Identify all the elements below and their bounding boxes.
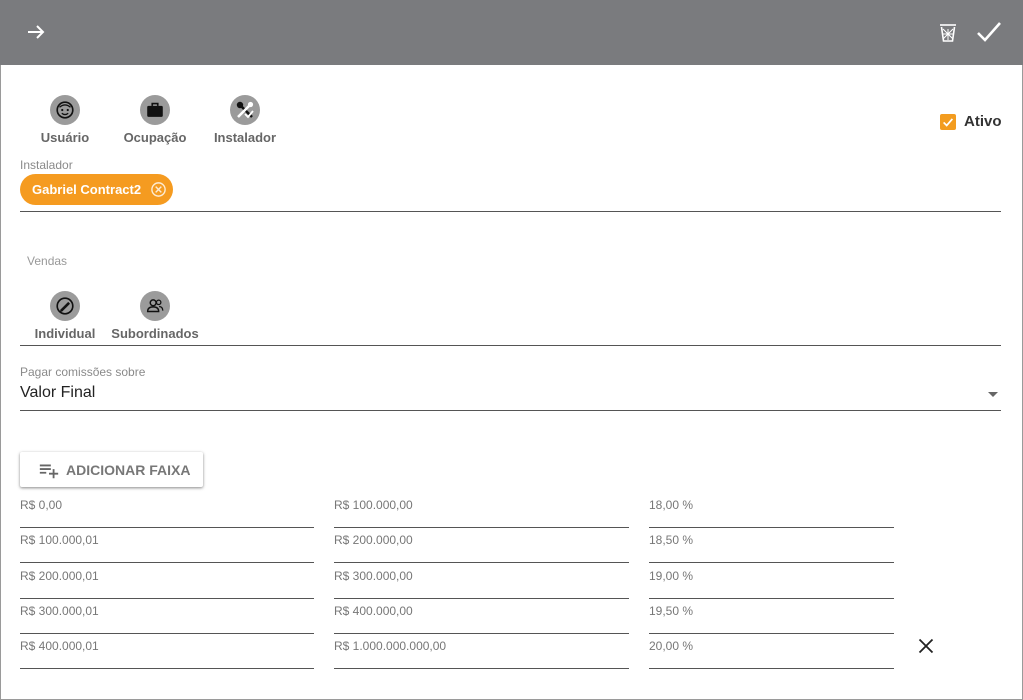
type-option-instalador[interactable]: Instalador [200, 95, 290, 145]
range-from-input[interactable] [20, 531, 314, 549]
range-from-cell [20, 565, 314, 599]
range-from-input[interactable] [20, 496, 314, 514]
range-from-cell [20, 494, 314, 528]
range-to-input[interactable] [334, 637, 629, 655]
range-percent-input[interactable] [649, 531, 894, 549]
type-option-label: Instalador [213, 130, 277, 145]
checkbox-checked-icon [940, 113, 956, 130]
type-option-ocupacao[interactable]: Ocupação [110, 95, 200, 145]
range-to-input[interactable] [334, 496, 629, 514]
commission-label: Pagar comissões sobre [20, 365, 146, 379]
range-percent-input[interactable] [649, 567, 894, 585]
add-range-label: ADICIONAR FAIXA [66, 461, 191, 478]
check-icon[interactable] [974, 17, 1004, 47]
range-percent-input[interactable] [649, 637, 894, 655]
range-from-cell [20, 600, 314, 634]
commission-underline [20, 410, 1001, 411]
sales-underline [20, 345, 1001, 346]
sales-option-individual[interactable]: Individual [20, 291, 110, 341]
commission-select[interactable]: Valor Final [20, 384, 1001, 410]
close-icon[interactable] [916, 636, 936, 656]
range-percent-cell [649, 529, 894, 563]
range-from-cell [20, 635, 314, 669]
range-from-input[interactable] [20, 567, 314, 585]
top-bar [0, 0, 1023, 65]
range-to-input[interactable] [334, 531, 629, 549]
dropdown-arrow-icon [988, 392, 998, 397]
range-percent-cell [649, 565, 894, 599]
range-to-input[interactable] [334, 567, 629, 585]
range-to-cell [334, 494, 629, 528]
range-to-cell [334, 529, 629, 563]
sales-label: Vendas [27, 254, 68, 268]
range-from-input[interactable] [20, 602, 314, 620]
range-to-cell [334, 565, 629, 599]
type-option-label: Usuário [40, 130, 90, 145]
range-from-input[interactable] [20, 637, 314, 655]
type-option-usuario[interactable]: Usuário [20, 95, 110, 145]
chip-remove-icon[interactable] [149, 181, 167, 199]
type-option-label: Ocupação [123, 130, 187, 145]
active-label: Ativo [964, 113, 1002, 130]
trash-icon[interactable] [936, 20, 960, 44]
person-edit-icon [50, 291, 80, 321]
briefcase-icon [140, 95, 170, 125]
face-icon [50, 95, 80, 125]
installer-label: Instalador [20, 158, 73, 172]
playlist-add-icon [39, 464, 59, 478]
range-percent-cell [649, 600, 894, 634]
arrow-right-icon[interactable] [24, 20, 48, 44]
installer-chip-text: Gabriel Contract2 [32, 182, 142, 197]
sales-option-subordinados[interactable]: Subordinados [110, 291, 200, 341]
range-to-cell [334, 600, 629, 634]
commission-select-value: Valor Final [20, 384, 96, 401]
range-to-cell [334, 635, 629, 669]
range-percent-cell [649, 635, 894, 669]
range-to-input[interactable] [334, 602, 629, 620]
installer-chip[interactable]: Gabriel Contract2 [20, 174, 174, 205]
sales-option-label: Individual [34, 326, 96, 341]
range-from-cell [20, 529, 314, 563]
add-range-button[interactable]: ADICIONAR FAIXA [20, 452, 203, 487]
range-percent-input[interactable] [649, 496, 894, 514]
active-checkbox[interactable]: Ativo [940, 113, 1002, 130]
tools-icon [230, 95, 260, 125]
sales-option-label: Subordinados [111, 326, 199, 341]
range-percent-cell [649, 494, 894, 528]
installer-underline [20, 211, 1001, 212]
range-percent-input[interactable] [649, 602, 894, 620]
group-icon [140, 291, 170, 321]
